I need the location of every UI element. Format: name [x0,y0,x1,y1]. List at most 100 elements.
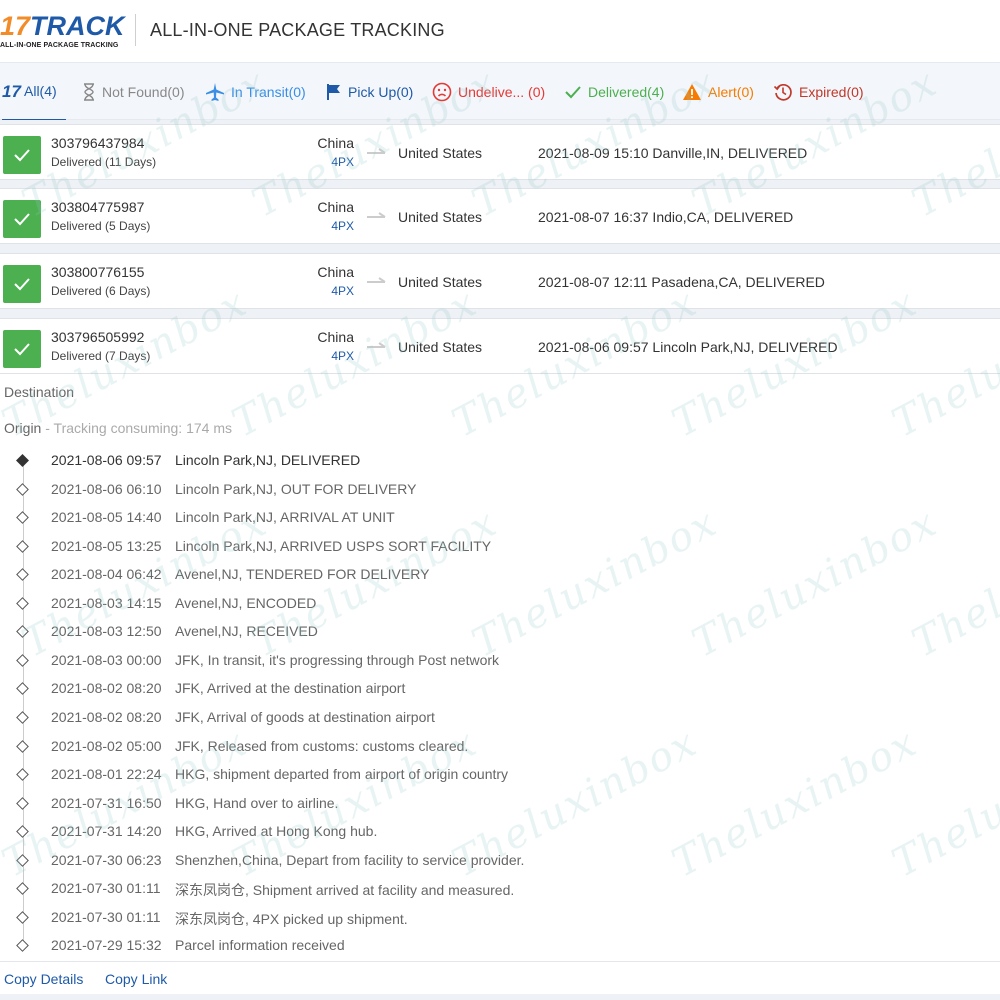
tab-delivered-label: Delivered(4) [588,84,665,100]
tracking-event: 2021-08-02 05:00 JFK, Released from custo… [0,738,1000,758]
tab-in-transit-label: In Transit(0) [231,84,306,100]
row-spacer [0,309,1000,318]
timeline-diamond-icon [16,796,29,810]
destination-country: United States [398,274,483,290]
event-time: 2021-08-06 09:57 [51,452,162,468]
package-row[interactable]: 303796437984 Delivered (11 Days) China 4… [0,124,1000,180]
event-time: 2021-07-31 14:20 [51,823,162,840]
tracking-number[interactable]: 303804775987 [51,199,144,215]
package-status: Delivered (6 Days) [51,284,151,298]
event-time: 2021-08-03 12:50 [51,623,162,640]
row-spacer [0,180,1000,188]
event-time: 2021-07-30 06:23 [51,851,162,868]
origin-country: China [317,264,354,280]
package-row[interactable]: 303800776155 Delivered (6 Days) China 4P… [0,253,1000,309]
delivered-check-icon [3,200,41,238]
tab-alert[interactable]: Alert(0) [682,63,754,121]
tracking-event: 2021-08-06 06:10 Lincoln Park,NJ, OUT FOR… [0,481,1000,501]
tracking-event: 2021-07-30 01:11 深东凤岗仓, 4PX picked up shi… [0,909,1000,929]
tab-alert-label: Alert(0) [708,84,754,100]
tracking-number[interactable]: 303796437984 [51,135,144,151]
tracking-event: 2021-08-05 13:25 Lincoln Park,NJ, ARRIVED… [0,538,1000,558]
package-row[interactable]: 303804775987 Delivered (5 Days) China 4P… [0,188,1000,244]
event-description: JFK, Arrival of goods at destination air… [175,708,435,725]
carrier-link[interactable]: 4PX [250,284,354,298]
tracking-event: 2021-08-04 06:42 Avenel,NJ, TENDERED FOR … [0,566,1000,586]
tab-undelivered[interactable]: Undelive... (0) [432,63,545,121]
timeline-diamond-icon [16,454,29,467]
tracking-number[interactable]: 303796505992 [51,329,144,345]
package-status: Delivered (5 Days) [51,219,151,233]
event-time: 2021-07-29 15:32 [51,937,162,954]
event-description: Avenel,NJ, RECEIVED [175,623,318,640]
17-logo-icon: 17 [2,82,22,100]
tab-delivered[interactable]: Delivered(4) [564,63,664,121]
check-icon [564,84,582,100]
event-time: 2021-08-06 06:10 [51,480,162,497]
tracking-consuming-text: - Tracking consuming: 174 ms [41,420,232,436]
timeline-diamond-icon [16,596,29,610]
warning-icon [682,83,702,101]
timeline-diamond-icon [16,768,29,781]
origin-section-label: Origin - Tracking consuming: 174 ms [4,420,232,436]
tab-in-transit[interactable]: In Transit(0) [205,63,306,121]
event-description: Shenzhen,China, Depart from facility to … [175,851,525,868]
status-tabbar: 17 All(4) Not Found(0) In Transit(0) Pic… [0,62,1000,121]
timeline-diamond-icon [16,568,29,582]
event-description: Avenel,NJ, TENDERED FOR DELIVERY [175,566,430,583]
event-description: JFK, Released from customs: customs clea… [175,737,469,754]
package-status: Delivered (7 Days) [51,349,151,363]
latest-event: 2021-08-07 12:11 Pasadena,CA, DELIVERED [538,274,825,290]
tracking-event: 2021-07-31 16:50 HKG, Hand over to airlin… [0,795,1000,815]
package-row[interactable]: 303796505992 Delivered (7 Days) China 4P… [0,318,1000,374]
tracking-number[interactable]: 303800776155 [51,264,144,280]
header-divider [135,14,136,46]
history-icon [773,82,793,102]
event-description: JFK, Arrived at the destination airport [175,680,406,697]
carrier-link[interactable]: 4PX [250,155,354,169]
delivered-check-icon [3,136,41,174]
tab-all[interactable]: 17 All(4) [2,63,66,121]
event-time: 2021-07-30 01:11 [51,880,161,897]
event-description: JFK, In transit, it's progressing throug… [175,651,500,668]
tab-not-found[interactable]: Not Found(0) [82,63,184,121]
tracking-event: 2021-07-30 06:23 Shenzhen,China, Depart f… [0,852,1000,872]
17track-logo[interactable]: 17TRACK ALL-IN-ONE PACKAGE TRACKING [0,11,125,49]
tracking-event: 2021-08-06 09:57 Lincoln Park,NJ, DELIVER… [0,452,1000,472]
latest-event: 2021-08-06 09:57 Lincoln Park,NJ, DELIVE… [538,339,838,355]
tab-expired[interactable]: Expired(0) [773,63,864,121]
origin-country: China [317,199,354,215]
timeline-diamond-icon [16,653,29,667]
tracking-event: 2021-08-03 00:00 JFK, In transit, it's pr… [0,652,1000,672]
origin-country: China [317,135,354,151]
event-description: 深东凤岗仓, Shipment arrived at facility and … [175,882,515,899]
tab-all-label: All(4) [24,83,57,99]
logo-wordmark: TRACK [30,11,125,41]
tab-expired-label: Expired(0) [799,84,864,100]
origin-label: Origin [4,420,42,436]
event-time: 2021-08-02 08:20 [51,708,162,725]
hourglass-icon [82,83,96,101]
event-description: Parcel information received [175,937,345,954]
event-description: Lincoln Park,NJ, DELIVERED [175,452,361,468]
app-header: 17TRACK ALL-IN-ONE PACKAGE TRACKING ALL-… [0,0,1000,62]
copy-link-link[interactable]: Copy Link [105,971,167,987]
destination-country: United States [398,145,483,161]
event-time: 2021-08-05 13:25 [51,537,162,554]
carrier-link[interactable]: 4PX [250,349,354,363]
destination-country: United States [398,209,483,225]
tab-pick-up[interactable]: Pick Up(0) [326,63,413,121]
route-arrow-icon [367,274,387,292]
tracking-event: 2021-08-01 22:24 HKG, shipment departed f… [0,766,1000,786]
event-time: 2021-08-01 22:24 [51,766,162,783]
carrier-link[interactable]: 4PX [250,219,354,233]
timeline-diamond-icon [16,739,29,753]
copy-details-link[interactable]: Copy Details [4,971,83,987]
event-description: Avenel,NJ, ENCODED [175,594,317,611]
timeline-line [23,460,24,946]
row-spacer [0,244,1000,253]
delivered-check-icon [3,265,41,303]
tracking-event: 2021-08-02 08:20 JFK, Arrived at the dest… [0,680,1000,700]
event-description: Lincoln Park,NJ, ARRIVAL AT UNIT [175,509,395,526]
event-time: 2021-08-03 14:15 [51,594,162,611]
